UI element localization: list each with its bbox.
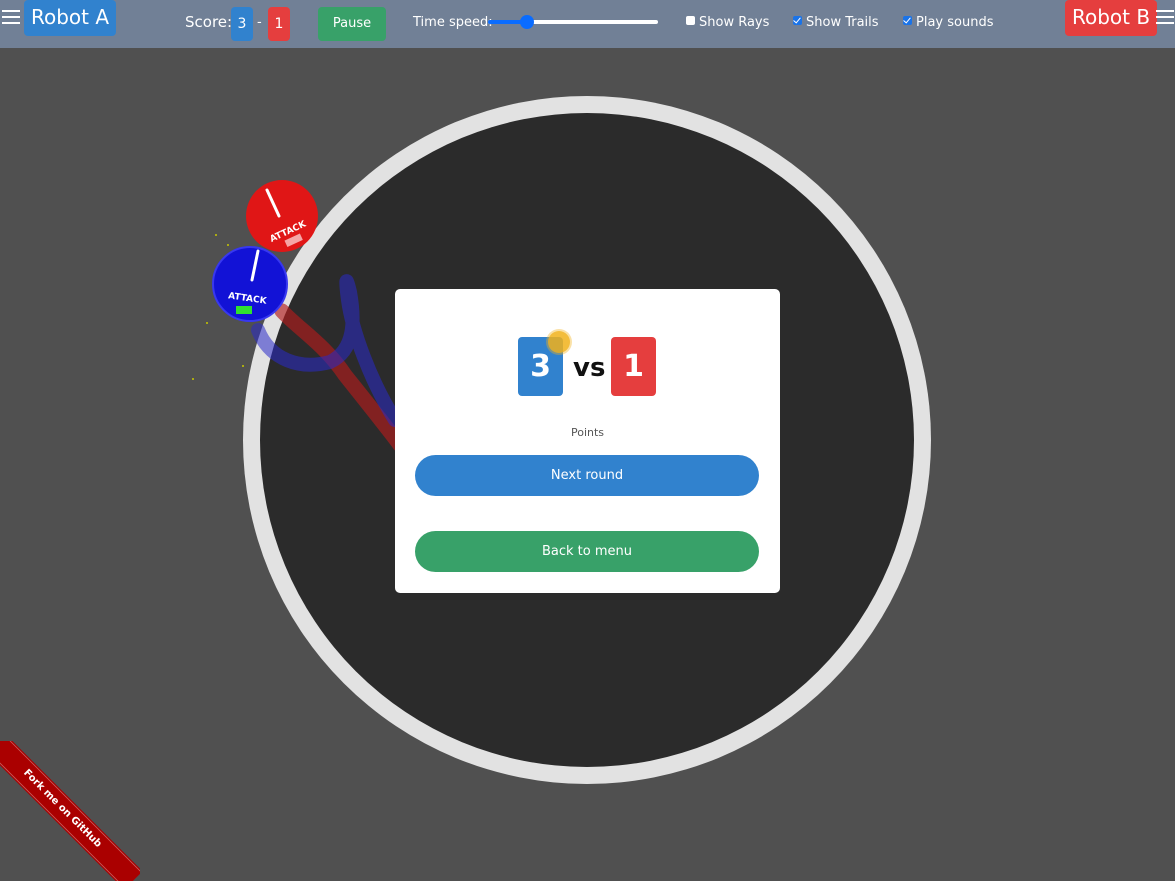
- slider-thumb[interactable]: [520, 15, 534, 29]
- round-result-dialog: 3 vs 1 Points Next round Back to menu: [395, 289, 780, 593]
- show-rays-box[interactable]: [686, 16, 695, 25]
- back-to-menu-button[interactable]: Back to menu: [415, 531, 759, 572]
- play-sounds-box[interactable]: [903, 16, 912, 25]
- score-label: Score:: [185, 13, 233, 31]
- vs-label: vs: [573, 353, 606, 383]
- result-score-b: 1: [611, 337, 656, 396]
- next-round-button[interactable]: Next round: [415, 455, 759, 496]
- score-a-badge: 3: [231, 7, 253, 41]
- top-bar: Robot A Score: 3 - 1 Pause Time speed: S…: [0, 0, 1175, 48]
- show-trails-checkbox[interactable]: Show Trails: [793, 15, 879, 31]
- robot-a-health-bar: [236, 306, 252, 314]
- fork-me-on-github-link[interactable]: Fork me on GitHub: [0, 741, 140, 881]
- menu-icon-right[interactable]: [1156, 4, 1174, 26]
- show-trails-box[interactable]: [793, 16, 802, 25]
- menu-icon-left[interactable]: [2, 4, 20, 26]
- play-sounds-label: Play sounds: [916, 15, 994, 30]
- show-trails-label: Show Trails: [806, 15, 879, 30]
- points-label: Points: [570, 426, 605, 439]
- show-rays-label: Show Rays: [699, 15, 770, 30]
- time-speed-slider[interactable]: [488, 15, 658, 29]
- robot-a-button[interactable]: Robot A: [24, 0, 117, 36]
- robot-b: ATTACK: [246, 180, 318, 252]
- pause-button[interactable]: Pause: [318, 7, 386, 41]
- play-sounds-checkbox[interactable]: Play sounds: [903, 15, 993, 31]
- score-b-badge: 1: [268, 7, 290, 41]
- score-separator: -: [257, 15, 262, 30]
- robot-b-button[interactable]: Robot B: [1065, 0, 1158, 36]
- win-indicator-dot: [548, 331, 570, 353]
- robot-a: ATTACK: [212, 246, 288, 322]
- show-rays-checkbox[interactable]: Show Rays: [686, 15, 769, 31]
- github-ribbon-container: Fork me on GitHub: [0, 741, 140, 881]
- time-speed-label: Time speed:: [413, 15, 493, 30]
